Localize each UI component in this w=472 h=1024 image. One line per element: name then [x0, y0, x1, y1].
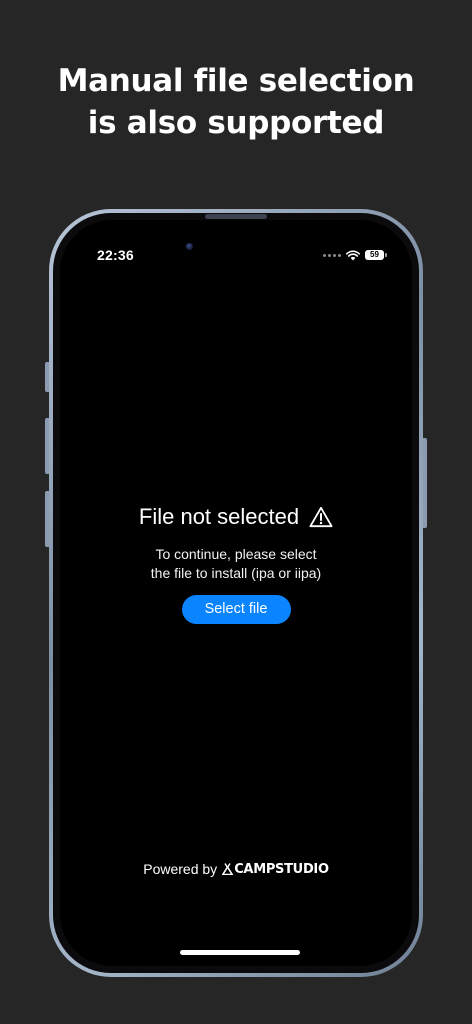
powered-by-footer: Powered by CAMPSTUDIO: [60, 861, 412, 877]
signal-dots-icon: [323, 253, 341, 257]
brand-logo[interactable]: CAMPSTUDIO: [222, 862, 329, 877]
empty-state: File not selected To continue, please se…: [60, 503, 412, 624]
description-line-2: the file to install (ipa or iipa): [150, 565, 322, 581]
empty-state-title-row: File not selected: [60, 503, 412, 531]
headline-line-2: is also supported: [87, 105, 385, 141]
tent-logo-icon: [222, 863, 234, 875]
phone-bezel: 22:36 59 File not selected To continue, …: [53, 213, 419, 973]
home-indicator[interactable]: [180, 950, 300, 955]
phone-frame: 22:36 59 File not selected To continue, …: [49, 209, 423, 977]
promo-headline: Manual file selection is also supported: [0, 60, 472, 144]
select-file-button[interactable]: Select file: [181, 595, 291, 624]
phone-screen: 22:36 59 File not selected To continue, …: [60, 220, 412, 966]
empty-state-title: File not selected: [138, 504, 300, 529]
phone-speaker-slot: [205, 214, 267, 219]
battery-icon: 59: [365, 250, 387, 260]
warning-triangle-icon: [309, 506, 333, 528]
description-line-1: To continue, please select: [155, 546, 317, 562]
wifi-icon: [346, 249, 360, 260]
headline-line-1: Manual file selection: [57, 63, 415, 99]
status-time: 22:36: [97, 247, 134, 263]
brand-name: CAMPSTUDIO: [234, 861, 329, 877]
status-indicators: 59: [323, 249, 387, 261]
empty-state-description: To continue, please select the file to i…: [60, 545, 412, 583]
powered-by-label: Powered by: [143, 861, 218, 877]
front-camera-icon: [186, 243, 193, 250]
